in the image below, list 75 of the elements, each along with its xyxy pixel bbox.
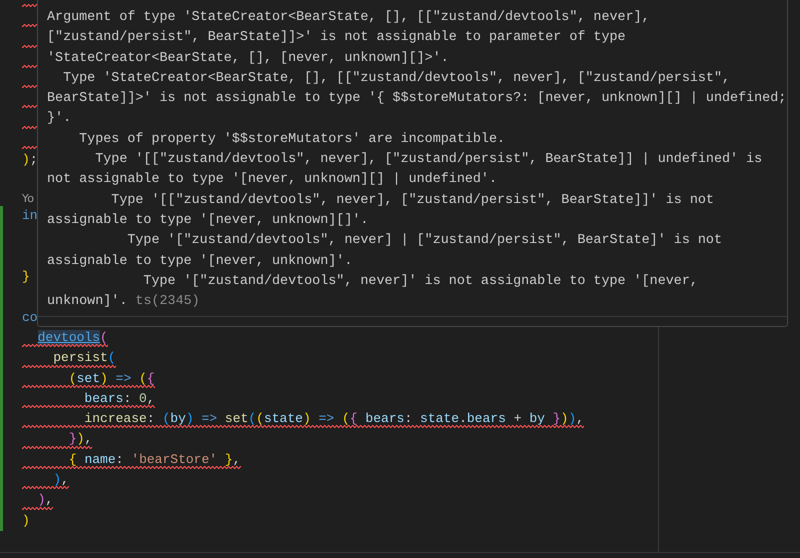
code-token: }	[224, 452, 233, 467]
code-token: increase	[84, 411, 147, 426]
code-token: )	[76, 431, 84, 446]
code-token: in	[22, 208, 38, 224]
code-token: (	[162, 411, 170, 426]
code-token: +	[514, 411, 523, 426]
code-token: (	[256, 411, 264, 426]
error-message-line: }'.	[47, 111, 72, 126]
code-token: )	[22, 152, 30, 167]
error-message-line: unknown]'.	[47, 294, 128, 310]
error-message-line: 'StateCreator<BearState, [], [never, unknown][]>'.	[47, 50, 449, 66]
code-token: )	[100, 370, 108, 386]
code-token: (	[139, 370, 147, 386]
code-token: 0	[139, 390, 147, 406]
code-token: {	[68, 452, 77, 467]
code-token: by	[529, 411, 545, 426]
code-token: bears	[466, 411, 506, 426]
code-token: :	[123, 390, 132, 406]
code-token: {	[350, 411, 358, 426]
code-token: )	[560, 411, 568, 426]
code-token: }	[552, 411, 561, 426]
code-token: (	[342, 411, 350, 426]
code-token: persist	[53, 350, 108, 366]
error-message-line: BearState]]>' is not assignable to type '{ $$storeMutators?: [never, unknown][] | undefined;	[47, 91, 786, 106]
code-token: by	[170, 411, 186, 426]
error-message-line: Type '["zustand/devtools", never] | ["zustand/persist", BearState]' is not	[126, 233, 722, 248]
code-token: set	[76, 370, 100, 386]
code-token: =>	[116, 370, 132, 386]
code-token: }	[22, 269, 30, 284]
error-message-line: not assignable to type '[never, unknown][] | undefined'.	[47, 172, 497, 188]
code-token: set	[224, 411, 248, 426]
code-token: :	[146, 411, 156, 426]
code-token: ,	[576, 411, 584, 426]
error-message-line: Argument of type 'StateCreator<BearState, [], [["zustand/devtools", never],	[47, 10, 650, 25]
code-token: ;	[30, 152, 38, 167]
code-token: (	[248, 411, 256, 426]
error-message-line: Type '[["zustand/devtools", never], ["zustand/persist", BearState]]' is not	[110, 192, 714, 208]
code-token: )	[186, 411, 194, 426]
error-message-line: assignable to type '[never, unknown][]'.	[47, 212, 368, 228]
code-token: )	[38, 492, 46, 508]
code-token: bears	[365, 411, 404, 426]
code-token: ,	[232, 452, 241, 467]
code-token: bears	[84, 390, 124, 406]
code-token: (	[68, 370, 77, 386]
code-token: )	[53, 472, 62, 488]
code-token: =>	[318, 411, 336, 426]
error-message-line: ["zustand/persist", BearState]]>' is not assignable to parameter of type	[47, 30, 626, 46]
code-token: :	[116, 452, 124, 467]
code-token: .	[459, 411, 467, 426]
error-message-line: Type 'StateCreator<BearState, [], [["zustand/devtools", never], ["zustand/persist",	[62, 70, 730, 86]
code-token: co	[22, 310, 38, 325]
code-token: name	[84, 452, 116, 467]
code-token: ,	[61, 472, 69, 488]
error-message-line: assignable to type '[never, unknown]'.	[47, 254, 352, 269]
code-token: )	[568, 411, 576, 426]
code-token: (	[100, 330, 108, 345]
code-token: ,	[45, 492, 54, 508]
code-token: state	[264, 411, 303, 426]
codelens-text[interactable]: Yo	[22, 192, 34, 205]
code-token: 'bearStore'	[131, 452, 218, 467]
code-token: ,	[146, 390, 155, 406]
code-token: )	[22, 512, 30, 528]
code-token: {	[146, 370, 155, 386]
code-token: }	[68, 431, 77, 446]
code-token: (	[108, 350, 116, 366]
code-token: )	[302, 411, 311, 426]
code-token: ,	[84, 431, 92, 446]
code-token: state	[420, 411, 460, 426]
error-message-line: Type '[["zustand/devtools", never], ["zustand/persist", BearState]] | undefined' is	[94, 152, 762, 168]
code-token: :	[404, 411, 414, 426]
code-link[interactable]: devtools	[38, 330, 100, 345]
error-message-line: Types of property '$$storeMutators' are incompatible.	[78, 132, 506, 147]
error-message-line: Type '["zustand/devtools", never]' is not assignable to type '[never,	[142, 274, 698, 289]
error-code: ts(2345)	[135, 294, 200, 310]
code-token: =>	[202, 411, 218, 426]
